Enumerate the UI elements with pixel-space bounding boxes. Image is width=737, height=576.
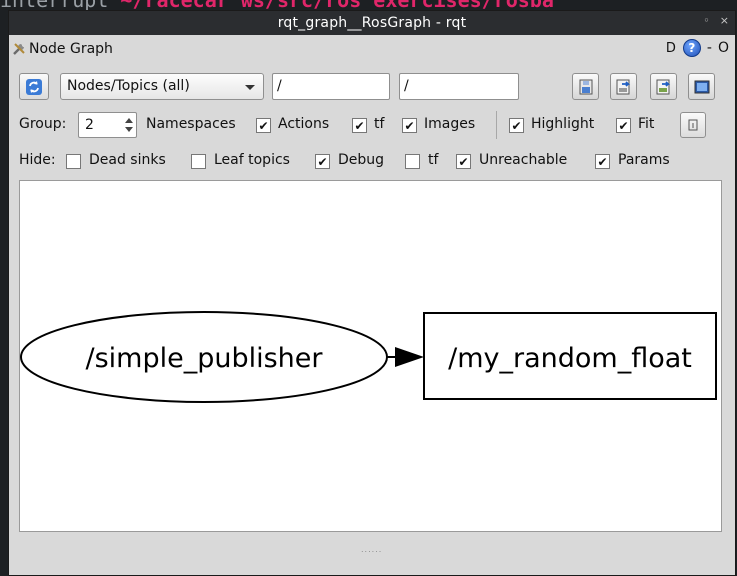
params-label: Params (618, 152, 670, 168)
window-close-button[interactable]: × (720, 14, 729, 27)
highlight-checkbox[interactable]: ✔ (509, 118, 524, 133)
panel-title: Node Graph (11, 41, 113, 57)
save-svg-button[interactable] (650, 73, 677, 100)
resize-grip[interactable]: ...... (361, 545, 382, 554)
actions-checkbox[interactable]: ✔ (352, 118, 367, 133)
debug-label: Debug (338, 152, 385, 168)
topic-filter-input[interactable]: / (399, 73, 519, 100)
hide-tf-checkbox[interactable] (405, 154, 420, 169)
background-terminal-line: interrupt ~/racecar_ws/src/ros_exercises… (0, 0, 737, 10)
dead-sinks-checkbox[interactable] (66, 154, 81, 169)
hide-label: Hide: (19, 152, 56, 168)
chevron-down-icon (245, 85, 255, 90)
view-mode-value: Nodes/Topics (all) (67, 78, 190, 94)
spin-down-icon[interactable] (125, 127, 133, 132)
panel-title-text: Node Graph (29, 41, 113, 57)
edge-arrowhead (395, 347, 424, 367)
namespaces-label: Namespaces (146, 116, 236, 132)
dead-sinks-label: Dead sinks (89, 152, 166, 168)
fit-label: Fit (638, 116, 655, 132)
unreachable-checkbox[interactable]: ✔ (456, 154, 471, 169)
image-icon (694, 80, 709, 93)
leaf-topics-checkbox[interactable] (191, 154, 206, 169)
tf-label: tf (374, 116, 385, 132)
window-title: rqt_graph__RosGraph - rqt (277, 15, 467, 31)
graph-canvas[interactable]: /simple_publisher /my_random_float (19, 180, 722, 532)
open-file-icon (579, 79, 592, 94)
graph-svg: /simple_publisher /my_random_float (20, 311, 717, 403)
spin-up-icon[interactable] (125, 118, 133, 123)
unreachable-label: Unreachable (479, 152, 568, 168)
toolbar-row: Nodes/Topics (all) / / (19, 73, 724, 101)
dock-d-button[interactable]: D (665, 41, 677, 56)
images-label: Images (424, 116, 476, 132)
refresh-icon (26, 78, 42, 95)
save-svg-icon (656, 79, 670, 94)
leaf-topics-label: Leaf topics (214, 152, 290, 168)
node-label: /simple_publisher (85, 343, 323, 374)
node-filter-input[interactable]: / (272, 73, 390, 100)
load-dot-button[interactable] (572, 73, 599, 100)
group-label: Group: (19, 116, 67, 132)
namespaces-checkbox[interactable]: ✔ (256, 118, 271, 133)
save-dot-icon (616, 79, 630, 94)
group-spinbox[interactable]: 2 (78, 112, 137, 138)
topic-label: /my_random_float (448, 343, 692, 374)
group-value: 2 (85, 117, 94, 133)
view-mode-select[interactable]: Nodes/Topics (all) (60, 73, 264, 100)
debug-checkbox[interactable]: ✔ (315, 154, 330, 169)
help-icon[interactable]: ? (682, 39, 701, 57)
tools-icon (13, 43, 25, 55)
close-panel-button[interactable]: O (718, 40, 729, 56)
fit-checkbox[interactable]: ✔ (616, 118, 631, 133)
terminal-prefix: interrupt (0, 0, 108, 10)
panel-controls: D ? - O (665, 39, 729, 57)
fit-in-view-button[interactable] (680, 112, 706, 138)
minimize-panel-button[interactable]: - (707, 40, 712, 56)
window-titlebar[interactable]: rqt_graph__RosGraph - rqt ◦ × (9, 11, 735, 35)
save-image-button[interactable] (688, 73, 715, 100)
window-minimize-button[interactable]: ◦ (703, 14, 710, 27)
images-checkbox[interactable]: ✔ (402, 118, 417, 133)
params-checkbox[interactable]: ✔ (595, 154, 610, 169)
rqt-window: rqt_graph__RosGraph - rqt ◦ × Node Graph… (8, 10, 736, 576)
options-separator (496, 111, 497, 139)
actions-label: Actions (278, 116, 330, 132)
terminal-path: ~/racecar_ws/src/ros_exercises/rosba (120, 0, 553, 10)
save-dot-button[interactable] (610, 73, 637, 100)
highlight-label: Highlight (531, 116, 595, 132)
refresh-button[interactable] (19, 73, 49, 100)
hide-tf-label: tf (428, 152, 439, 168)
fit-view-icon (688, 119, 698, 131)
